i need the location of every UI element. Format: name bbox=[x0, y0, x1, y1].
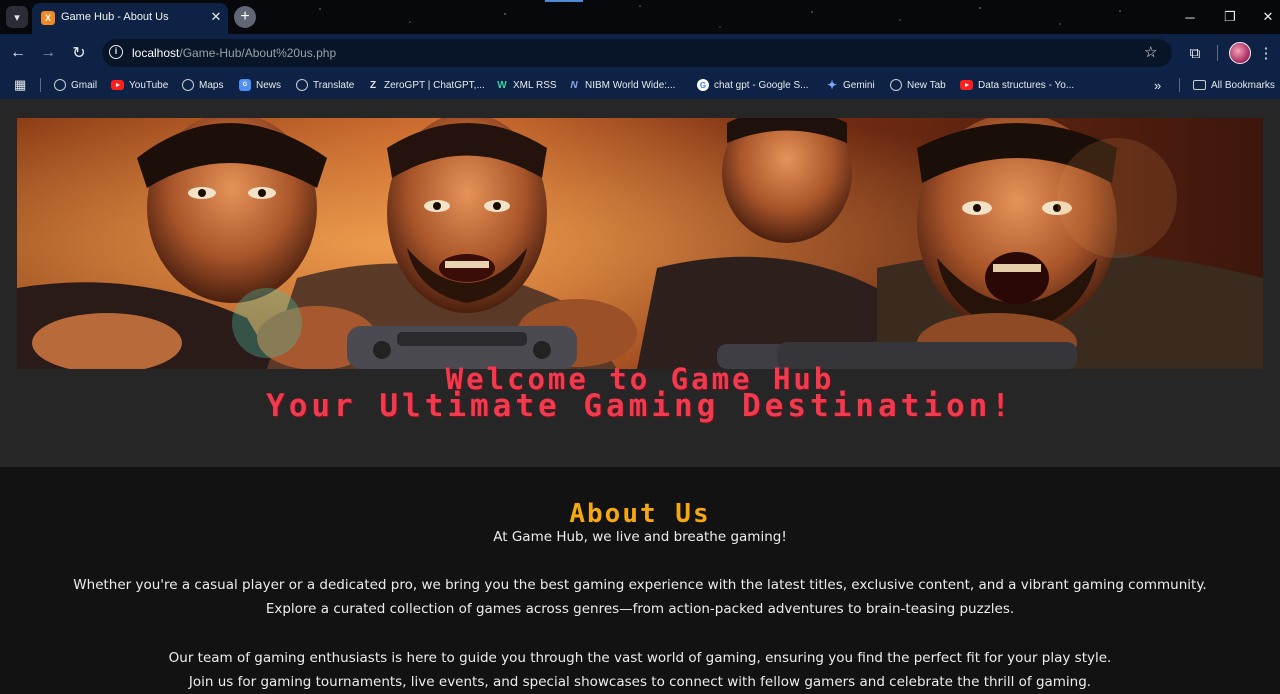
bookmark-xml-rss[interactable]: W XML RSS bbox=[496, 77, 557, 93]
folder-icon bbox=[1193, 80, 1206, 90]
bookmark-label: ZeroGPT | ChatGPT,... bbox=[384, 79, 485, 91]
close-window-button[interactable]: ✕ bbox=[1250, 0, 1280, 34]
bookmark-label: New Tab bbox=[907, 79, 946, 91]
apps-button[interactable]: ▦ bbox=[14, 77, 26, 93]
tab-search-button[interactable]: ▾ bbox=[6, 6, 28, 28]
zerogpt-icon: Z bbox=[369, 79, 377, 91]
bookmark-gemini[interactable]: ✦ Gemini bbox=[826, 77, 875, 93]
restore-button[interactable]: ❐ bbox=[1212, 0, 1248, 34]
more-vertical-icon: ⋮ bbox=[1258, 45, 1274, 62]
bookmark-news[interactable]: G News bbox=[239, 77, 281, 93]
bookmarks-divider bbox=[1179, 78, 1180, 92]
bookmark-label: Maps bbox=[199, 79, 224, 91]
new-tab-button[interactable]: + bbox=[234, 6, 256, 28]
globe-icon bbox=[182, 79, 194, 91]
chevron-down-icon: ▾ bbox=[14, 11, 20, 24]
reload-button[interactable]: ↻ bbox=[66, 40, 92, 66]
tab-active[interactable]: X Game Hub - About Us ✕ bbox=[32, 3, 228, 34]
bookmark-new-tab[interactable]: New Tab bbox=[890, 77, 946, 93]
window-drag-indicator bbox=[545, 0, 583, 2]
puzzle-icon: ⧉ bbox=[1189, 44, 1201, 62]
bookmark-label: YouTube bbox=[129, 79, 169, 91]
bookmarks-divider bbox=[40, 78, 41, 92]
bookmark-label: XML RSS bbox=[513, 79, 557, 91]
bookmark-maps[interactable]: Maps bbox=[182, 77, 223, 93]
double-chevron-icon: » bbox=[1154, 77, 1162, 93]
arrow-left-icon: ← bbox=[10, 44, 26, 61]
info-icon[interactable]: i bbox=[109, 45, 123, 59]
menu-button[interactable]: ⋮ bbox=[1255, 40, 1277, 66]
close-tab-icon[interactable]: ✕ bbox=[208, 9, 224, 25]
bookmarks-bar: ▦ Gmail YouTube Maps G News Translate Z … bbox=[0, 71, 1280, 99]
bookmark-label: Translate bbox=[313, 79, 355, 91]
bookmark-star-icon[interactable]: ☆ bbox=[1144, 43, 1157, 61]
url-path: /Game-Hub/About%20us.php bbox=[179, 46, 337, 60]
about-paragraph-2-line-2: Join us for gaming tournaments, live eve… bbox=[188, 674, 1092, 690]
minimize-icon: ─ bbox=[1185, 9, 1195, 25]
bookmark-gmail[interactable]: Gmail bbox=[54, 77, 97, 93]
bookmark-youtube[interactable]: YouTube bbox=[111, 77, 168, 93]
bookmark-data-structures[interactable]: Data structures - Yo... bbox=[960, 77, 1074, 93]
bookmark-chat-gpt-search[interactable]: G chat gpt - Google S... bbox=[697, 77, 809, 93]
address-bar[interactable]: i localhost/Game-Hub/About%20us.php ☆ bbox=[102, 39, 1172, 67]
close-icon: ✕ bbox=[1262, 9, 1274, 24]
tab-strip: ▾ X Game Hub - About Us ✕ + ─ ❐ ✕ bbox=[0, 0, 1280, 34]
bookmark-nibm[interactable]: N NIBM World Wide:... bbox=[568, 77, 675, 93]
restore-icon: ❐ bbox=[1224, 9, 1236, 24]
browser-toolbar: ← → ↻ i localhost/Game-Hub/About%20us.ph… bbox=[0, 34, 1280, 71]
welcome-line-2: Your Ultimate Gaming Destination! bbox=[266, 388, 1014, 424]
globe-icon bbox=[296, 79, 308, 91]
bookmark-label: chat gpt - Google S... bbox=[714, 79, 809, 91]
url-text[interactable]: localhost/Game-Hub/About%20us.php bbox=[132, 46, 336, 60]
all-bookmarks-button[interactable]: All Bookmarks bbox=[1193, 77, 1275, 93]
gemini-icon: ✦ bbox=[826, 78, 838, 92]
bookmark-label: NIBM World Wide:... bbox=[585, 79, 676, 91]
arrow-right-icon: → bbox=[40, 44, 56, 61]
xampp-favicon-icon: X bbox=[41, 11, 55, 25]
news-icon: G bbox=[239, 79, 251, 91]
bookmark-translate[interactable]: Translate bbox=[296, 77, 354, 93]
bookmark-label: Gemini bbox=[843, 79, 875, 91]
nibm-icon: N bbox=[570, 79, 578, 91]
forward-button[interactable]: → bbox=[35, 40, 61, 66]
profile-avatar[interactable] bbox=[1229, 42, 1251, 64]
youtube-icon bbox=[111, 80, 124, 90]
tab-title: Game Hub - About Us bbox=[61, 11, 169, 23]
gamers-illustration bbox=[17, 118, 1263, 369]
extensions-button[interactable]: ⧉ bbox=[1182, 40, 1208, 66]
hero-section: Welcome to Game Hub Your Ultimate Gaming… bbox=[0, 99, 1280, 467]
globe-icon bbox=[54, 79, 66, 91]
bookmark-zerogpt[interactable]: Z ZeroGPT | ChatGPT,... bbox=[367, 77, 485, 93]
bookmark-label: News bbox=[256, 79, 282, 91]
page-content: Welcome to Game Hub Your Ultimate Gaming… bbox=[0, 99, 1280, 690]
about-intro: At Game Hub, we live and breathe gaming! bbox=[493, 529, 787, 545]
globe-icon bbox=[890, 79, 902, 91]
all-bookmarks-label: All Bookmarks bbox=[1211, 79, 1275, 91]
back-button[interactable]: ← bbox=[5, 40, 31, 66]
bookmark-label: Gmail bbox=[71, 79, 98, 91]
about-paragraph-1-line-2: Explore a curated collection of games ac… bbox=[265, 601, 1015, 617]
reload-icon: ↻ bbox=[72, 45, 86, 62]
hero-banner-image bbox=[17, 118, 1263, 369]
toolbar-divider bbox=[1217, 45, 1218, 61]
more-bookmarks-button[interactable]: » bbox=[1154, 77, 1161, 93]
url-host: localhost bbox=[132, 46, 180, 60]
google-icon: G bbox=[697, 79, 709, 91]
minimize-button[interactable]: ─ bbox=[1172, 0, 1208, 34]
welcome-heading: Welcome to Game Hub Your Ultimate Gaming… bbox=[0, 365, 1280, 424]
about-paragraph-2-line-1: Our team of gaming enthusiasts is here t… bbox=[168, 650, 1112, 666]
bookmark-label: Data structures - Yo... bbox=[978, 79, 1075, 91]
wp-icon: W bbox=[497, 79, 507, 91]
youtube-icon bbox=[960, 80, 973, 90]
about-paragraph-1-line-1: Whether you're a casual player or a dedi… bbox=[73, 577, 1207, 593]
grid-icon: ▦ bbox=[14, 77, 27, 92]
